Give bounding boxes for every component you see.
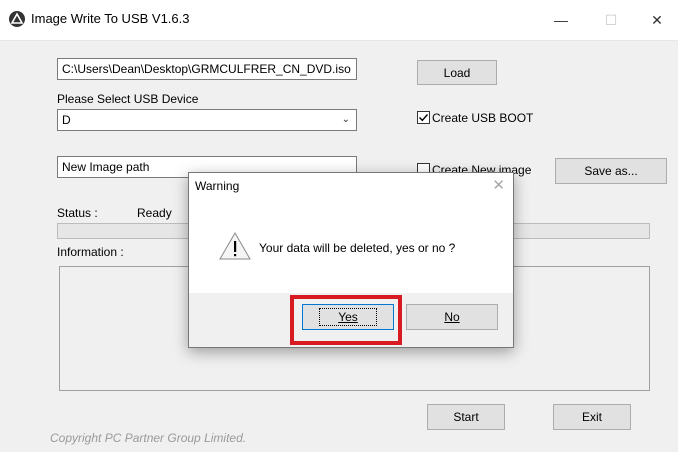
save-as-button[interactable]: Save as... bbox=[555, 158, 667, 184]
title-bar: Image Write To USB V1.6.3 — ☐ ✕ bbox=[0, 0, 678, 41]
create-usb-boot-label: Create USB BOOT bbox=[432, 111, 534, 125]
usb-device-select[interactable]: D ⌄ bbox=[57, 109, 357, 131]
create-usb-boot-checkbox[interactable] bbox=[417, 111, 430, 124]
warning-icon bbox=[218, 231, 252, 264]
exit-button[interactable]: Exit bbox=[553, 404, 631, 430]
start-button[interactable]: Start bbox=[427, 404, 505, 430]
dialog-title: Warning bbox=[195, 179, 240, 193]
select-usb-label: Please Select USB Device bbox=[57, 92, 199, 106]
status-value: Ready bbox=[137, 206, 172, 220]
no-button-label: No bbox=[444, 310, 460, 324]
iso-path-input[interactable]: C:\Users\Dean\Desktop\GRMCULFRER_CN_DVD.… bbox=[57, 58, 357, 80]
maximize-button: ☐ bbox=[604, 11, 618, 28]
app-icon bbox=[9, 11, 25, 27]
window-title: Image Write To USB V1.6.3 bbox=[31, 11, 190, 26]
minimize-button[interactable]: — bbox=[538, 6, 584, 34]
copyright-text: Copyright PC Partner Group Limited. bbox=[50, 431, 247, 445]
close-button[interactable]: ✕ bbox=[634, 6, 678, 34]
load-button[interactable]: Load bbox=[417, 60, 497, 85]
dialog-close-icon[interactable]: ✕ bbox=[492, 176, 505, 194]
checkmark-icon bbox=[419, 114, 429, 122]
no-button[interactable]: No bbox=[406, 304, 498, 330]
dialog-message: Your data will be deleted, yes or no ? bbox=[259, 241, 456, 255]
usb-device-value: D bbox=[62, 113, 71, 127]
status-label: Status : bbox=[57, 206, 98, 220]
chevron-down-icon: ⌄ bbox=[341, 114, 350, 125]
information-label: Information : bbox=[57, 245, 124, 259]
yes-button-highlight bbox=[290, 295, 402, 345]
